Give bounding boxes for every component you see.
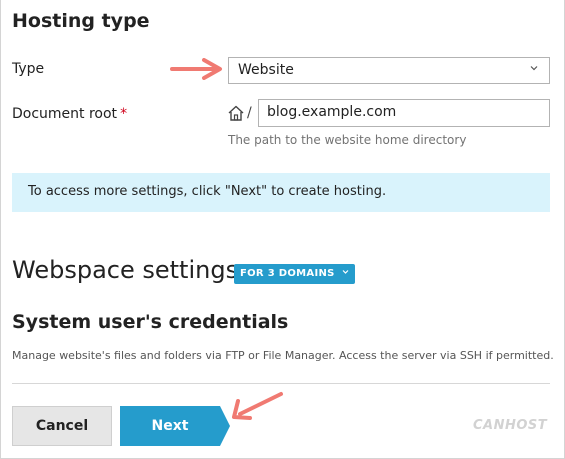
next-button-label: Next: [151, 418, 189, 434]
info-message: To access more settings, click "Next" to…: [12, 173, 550, 212]
chevron-down-icon: [530, 66, 538, 71]
annotation-arrow-next: [232, 392, 283, 420]
footer-divider: [12, 383, 550, 384]
domains-dropdown-button[interactable]: FOR 3 DOMAINS: [234, 264, 356, 284]
document-root-hint: The path to the website home directory: [228, 133, 467, 147]
home-icon: [228, 105, 244, 121]
required-marker: *: [120, 106, 128, 122]
chevron-down-icon: [343, 270, 349, 274]
document-root-label: Document root *: [12, 106, 127, 122]
document-root-input[interactable]: blog.example.com: [258, 99, 550, 127]
domains-button-label: FOR 3 DOMAINS: [240, 268, 335, 279]
credentials-title: System user's credentials: [12, 311, 289, 333]
hosting-type-title: Hosting type: [12, 10, 150, 32]
annotation-arrow-type: [170, 58, 222, 80]
credentials-description: Manage website's files and folders via F…: [12, 349, 554, 362]
cancel-button[interactable]: Cancel: [12, 406, 112, 446]
hosting-type-select[interactable]: Website: [228, 57, 550, 84]
webspace-settings-title: Webspace settings: [12, 256, 239, 284]
next-button[interactable]: Next: [120, 406, 230, 446]
hosting-type-value: Website: [238, 62, 294, 78]
path-separator: /: [247, 105, 252, 121]
brand-watermark: CANHOST: [473, 418, 548, 433]
type-label: Type: [12, 61, 45, 77]
document-root-label-text: Document root: [12, 106, 118, 122]
